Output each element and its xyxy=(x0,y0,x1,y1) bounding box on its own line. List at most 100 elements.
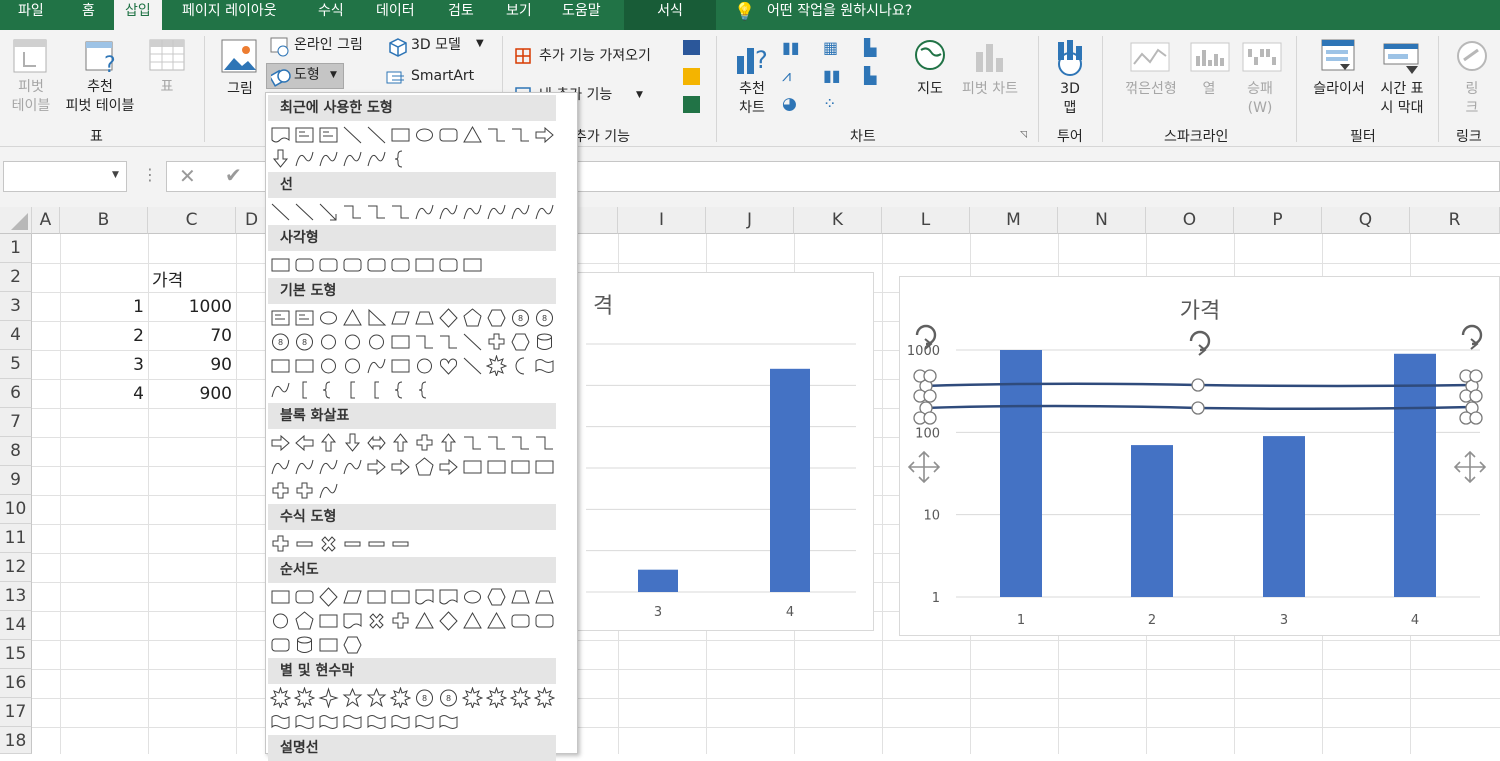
rect-shape-icon[interactable] xyxy=(510,456,531,477)
tab-format[interactable]: 서식 xyxy=(624,0,716,30)
sparkline-winloss-button[interactable]: 승패 (W) xyxy=(1240,80,1280,118)
chart-log[interactable]: 가격 1 10 100 1000 1 2 3 4 xyxy=(899,276,1500,636)
row-header[interactable]: 1 xyxy=(0,234,32,263)
num-shape-icon[interactable]: 8 xyxy=(294,331,315,352)
uarrow-shape-icon[interactable] xyxy=(438,432,459,453)
star4-shape-icon[interactable] xyxy=(318,687,339,709)
row-header[interactable]: 14 xyxy=(0,611,32,640)
column-header[interactable]: D xyxy=(236,207,268,234)
row-header[interactable]: 3 xyxy=(0,292,32,321)
tri-shape-icon[interactable] xyxy=(414,610,435,631)
plus-shape-icon[interactable] xyxy=(270,533,291,554)
darrow-shape-icon[interactable] xyxy=(270,148,291,169)
banner-shape-icon[interactable] xyxy=(342,711,363,732)
visio-icon[interactable] xyxy=(683,40,700,55)
banner-shape-icon[interactable] xyxy=(438,711,459,732)
trap-shape-icon[interactable] xyxy=(510,586,531,607)
bing-maps-icon[interactable] xyxy=(683,68,700,85)
elbow-shape-icon[interactable] xyxy=(390,201,411,222)
curve-shape-icon[interactable] xyxy=(414,201,435,222)
table-button[interactable]: 표 xyxy=(156,78,178,97)
statistic-chart-icon[interactable]: ▮▮ xyxy=(823,66,841,85)
num-shape-icon[interactable]: 8 xyxy=(534,307,555,328)
text-shape-icon[interactable] xyxy=(318,124,339,145)
elbow-shape-icon[interactable] xyxy=(462,432,483,453)
cyl-shape-icon[interactable] xyxy=(534,331,555,352)
cell-c6[interactable]: 900 xyxy=(148,384,232,404)
tri-shape-icon[interactable] xyxy=(462,610,483,631)
slicer-button[interactable]: 슬라이서 xyxy=(1306,80,1372,99)
pivot-chart-button[interactable]: 피벗 차트 xyxy=(958,80,1022,99)
rrect-shape-icon[interactable] xyxy=(342,254,363,275)
dialog-launcher-icon[interactable]: ◹ xyxy=(1020,130,1027,140)
text-shape-icon[interactable] xyxy=(294,307,315,328)
tab-insert[interactable]: 삽입 xyxy=(114,0,162,30)
rarrow-shape-icon[interactable] xyxy=(366,456,387,477)
map-chart-button[interactable]: 지도 xyxy=(913,80,947,99)
row-header[interactable]: 4 xyxy=(0,321,32,350)
times-shape-icon[interactable] xyxy=(318,533,339,554)
plus-shape-icon[interactable] xyxy=(294,480,315,501)
tri-shape-icon[interactable] xyxy=(462,124,483,145)
hex-shape-icon[interactable] xyxy=(342,634,363,655)
row-header[interactable]: 18 xyxy=(0,727,32,754)
tab-review[interactable]: 검토 xyxy=(444,0,478,30)
line-shape-icon[interactable] xyxy=(366,124,387,145)
bracket-shape-icon[interactable] xyxy=(366,379,387,400)
tab-formulas[interactable]: 수식 xyxy=(314,0,348,30)
column-header[interactable]: A xyxy=(32,207,60,234)
rect-shape-icon[interactable] xyxy=(270,254,291,275)
curve-shape-icon[interactable] xyxy=(318,148,339,169)
curve-shape-icon[interactable] xyxy=(318,480,339,501)
line-chart-icon[interactable]: ⩘ xyxy=(782,66,791,86)
circ-shape-icon[interactable] xyxy=(414,355,435,376)
star5-shape-icon[interactable] xyxy=(366,687,387,708)
row-header[interactable]: 16 xyxy=(0,669,32,698)
row-header[interactable]: 17 xyxy=(0,698,32,727)
rarrow-shape-icon[interactable] xyxy=(390,456,411,477)
column-header[interactable]: R xyxy=(1410,207,1500,234)
rect-shape-icon[interactable] xyxy=(414,254,435,275)
shapes-button[interactable]: 도형 ▼ xyxy=(266,63,344,89)
rarrow-shape-icon[interactable] xyxy=(270,432,291,453)
tab-file[interactable]: 파일 xyxy=(14,0,48,30)
rrect-shape-icon[interactable] xyxy=(390,254,411,275)
curve-shape-icon[interactable] xyxy=(486,201,507,222)
doc-shape-icon[interactable] xyxy=(342,610,363,631)
row-header[interactable]: 7 xyxy=(0,408,32,437)
3d-map-button[interactable]: 3D 맵 xyxy=(1052,80,1088,118)
circ-shape-icon[interactable] xyxy=(366,331,387,352)
hex-shape-icon[interactable] xyxy=(486,586,507,607)
curve-shape-icon[interactable] xyxy=(534,201,555,222)
pent-shape-icon[interactable] xyxy=(294,610,315,631)
online-picture-button[interactable]: 온라인 그림 xyxy=(294,36,363,55)
tell-me-search[interactable]: 어떤 작업을 원하시나요? xyxy=(763,0,916,30)
num-shape-icon[interactable]: 8 xyxy=(438,687,459,708)
scatter-chart-icon[interactable]: ⁘ xyxy=(823,94,836,113)
text-shape-icon[interactable] xyxy=(270,307,291,328)
tab-home[interactable]: 홈 xyxy=(78,0,99,30)
uarrow-shape-icon[interactable] xyxy=(390,432,411,453)
bracket-shape-icon[interactable] xyxy=(342,379,363,400)
trap-shape-icon[interactable] xyxy=(534,586,555,607)
line-shape-icon[interactable] xyxy=(462,355,483,376)
row-header[interactable]: 6 xyxy=(0,379,32,408)
rarrow-shape-icon[interactable] xyxy=(438,456,459,477)
brace-shape-icon[interactable] xyxy=(414,379,435,400)
circ-shape-icon[interactable] xyxy=(318,331,339,352)
enter-icon[interactable]: ✔ xyxy=(225,163,242,187)
elbow-shape-icon[interactable] xyxy=(510,124,531,145)
column-header[interactable] xyxy=(578,207,618,234)
tab-help[interactable]: 도움말 xyxy=(558,0,605,30)
starN-shape-icon[interactable] xyxy=(509,686,532,710)
rect-shape-icon[interactable] xyxy=(390,124,411,145)
elbow-shape-icon[interactable] xyxy=(486,432,507,453)
doc-shape-icon[interactable] xyxy=(270,124,291,145)
curve-shape-icon[interactable] xyxy=(366,148,387,169)
bracket-shape-icon[interactable] xyxy=(294,379,315,400)
rect-shape-icon[interactable] xyxy=(390,355,411,376)
tab-data[interactable]: 데이터 xyxy=(372,0,419,30)
elbow-shape-icon[interactable] xyxy=(510,432,531,453)
oval-shape-icon[interactable] xyxy=(414,124,435,145)
column-chart-icon[interactable]: ▮▮ xyxy=(782,38,800,57)
